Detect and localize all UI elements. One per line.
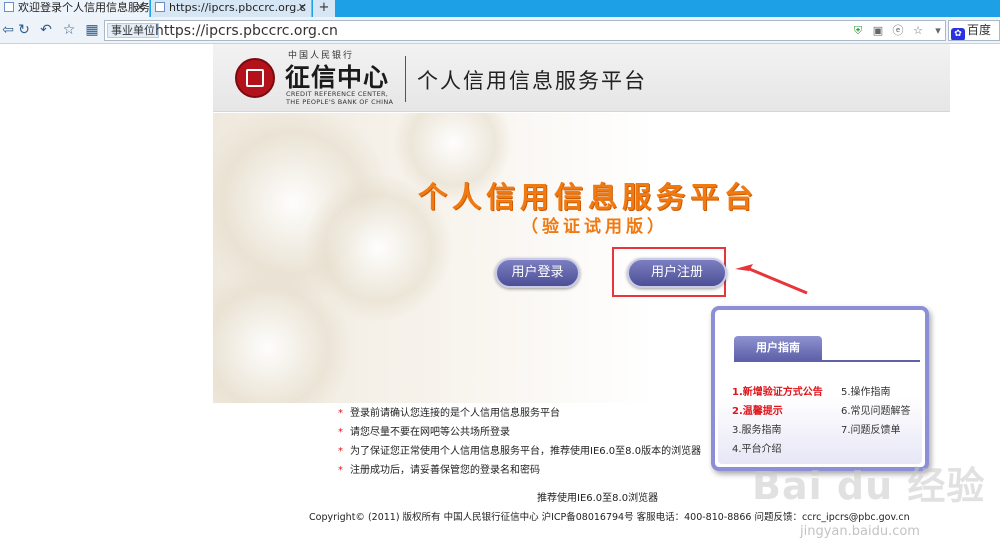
copyright-footer: Copyright© (2011) 版权所有 中国人民银行征信中心 沪ICP备0…: [309, 512, 910, 523]
refresh-icon[interactable]: ↻: [16, 21, 32, 39]
user-guide-panel: 用户指南 1.新增验证方式公告 2.温馨提示 3.服务指南 4.平台介绍 5.操…: [711, 306, 929, 471]
guide-link-feedback[interactable]: 7.问题反馈单: [841, 421, 901, 436]
header-divider: [405, 56, 406, 102]
apps-icon[interactable]: ▦: [84, 21, 100, 39]
qr-icon[interactable]: ▣: [871, 23, 885, 39]
guide-divider: [734, 360, 920, 362]
address-bar[interactable]: 事业单位 https://ipcrs.pbccrc.org.cn ⛨ ▣ ⓔ ☆…: [104, 20, 946, 41]
shield-icon[interactable]: ⛨: [851, 23, 865, 39]
logo-en-line2: THE PEOPLE'S BANK OF CHINA: [286, 98, 394, 106]
guide-link-operation[interactable]: 5.操作指南: [841, 383, 891, 398]
page-favicon-icon: [4, 2, 14, 12]
baidu-logo-icon: ✿: [951, 28, 965, 40]
platform-title: 个人信用信息服务平台: [417, 69, 647, 93]
compat-icon[interactable]: ⓔ: [891, 23, 905, 39]
browser-recommendation: 推荐使用IE6.0至8.0浏览器: [537, 493, 659, 504]
hero-subtitle: （验证试用版）: [521, 217, 668, 237]
close-tab-icon[interactable]: ✕: [298, 0, 307, 16]
url-input[interactable]: https://ipcrs.pbccrc.org.cn: [155, 21, 338, 41]
red-arrow-icon: [735, 264, 808, 295]
tab-active[interactable]: 欢迎登录个人信用信息服务 ✕: [0, 0, 150, 17]
hero-title: 个人信用信息服务平台: [418, 180, 759, 214]
guide-link-service[interactable]: 3.服务指南: [732, 421, 782, 436]
guide-link-faq[interactable]: 6.常见问题解答: [841, 402, 911, 417]
tab-label: 欢迎登录个人信用信息服务: [18, 1, 150, 14]
undo-icon[interactable]: ↶: [38, 21, 54, 39]
logo-name: 征信中心: [285, 63, 390, 92]
logo-en-line1: CREDIT REFERENCE CENTER,: [286, 90, 389, 98]
close-tab-icon[interactable]: ✕: [136, 0, 145, 16]
new-tab-button[interactable]: +: [313, 0, 335, 17]
baidu-jingyan-watermark: Bai du 经验: [752, 464, 986, 508]
notice-item: * 请您尽量不要在网吧等公共场所登录: [338, 423, 701, 442]
register-button[interactable]: 用户注册: [627, 258, 727, 288]
asterisk-icon: *: [338, 446, 343, 457]
site-header: 中国人民银行 征信中心 CREDIT REFERENCE CENTER, THE…: [213, 44, 950, 112]
notice-item: * 为了保证您正常使用个人信用信息服务平台，推荐使用IE6.0至8.0版本的浏览器: [338, 442, 701, 461]
asterisk-icon: *: [338, 427, 343, 438]
watermark-url: jingyan.baidu.com: [800, 524, 920, 539]
user-guide-title: 用户指南: [734, 336, 822, 360]
asterisk-icon: *: [338, 408, 343, 419]
dropdown-icon[interactable]: ▾: [931, 23, 945, 39]
browser-tabbar: 欢迎登录个人信用信息服务 ✕ https://ipcrs.pbccrc.org.…: [0, 0, 1000, 17]
site-type-badge: 事业单位: [107, 23, 159, 38]
star-icon[interactable]: ☆: [61, 21, 77, 39]
tab-inactive[interactable]: https://ipcrs.pbccrc.org.c ✕: [151, 0, 312, 17]
browser-toolbar: ⇦ ↻ ↶ ☆ ▦ 事业单位 https://ipcrs.pbccrc.org.…: [0, 17, 1000, 44]
favorite-icon[interactable]: ☆: [911, 23, 925, 39]
credit-center-logo-icon: [235, 58, 275, 98]
guide-link-new-verification[interactable]: 1.新增验证方式公告: [732, 383, 823, 398]
tab-label: https://ipcrs.pbccrc.org.c: [169, 1, 306, 14]
guide-link-intro[interactable]: 4.平台介绍: [732, 440, 782, 455]
login-button[interactable]: 用户登录: [495, 258, 580, 288]
search-engine-label: 百度: [967, 23, 992, 37]
asterisk-icon: *: [338, 465, 343, 476]
notice-item: * 登录前请确认您连接的是个人信用信息服务平台: [338, 404, 701, 423]
guide-link-tips[interactable]: 2.温馨提示: [732, 402, 783, 417]
search-engine-box[interactable]: ✿ 百度: [948, 20, 1000, 41]
notice-item: * 注册成功后，请妥善保管您的登录名和密码: [338, 461, 701, 480]
back-icon[interactable]: ⇦: [0, 21, 16, 39]
notice-list: * 登录前请确认您连接的是个人信用信息服务平台 * 请您尽量不要在网吧等公共场所登录…: [338, 404, 701, 480]
page-favicon-icon: [155, 2, 165, 12]
